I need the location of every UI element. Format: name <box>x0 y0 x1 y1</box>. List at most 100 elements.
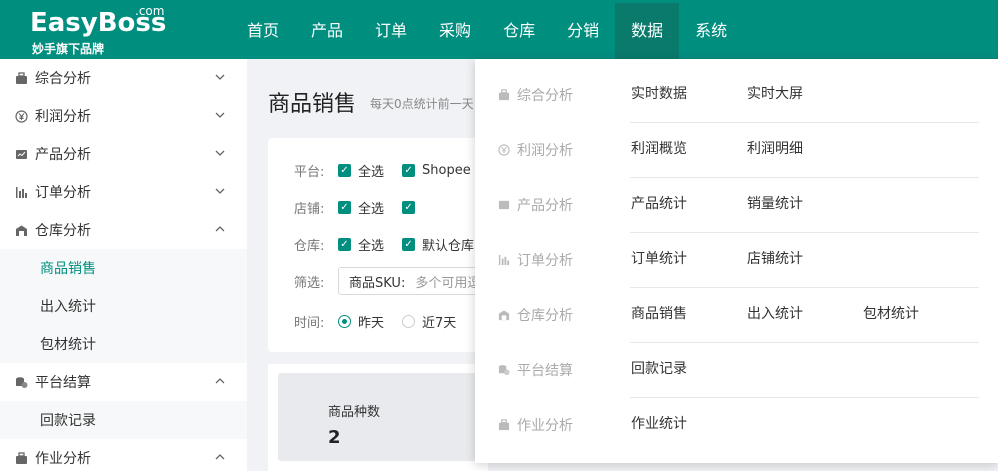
nav-item-system[interactable]: 系统 <box>679 3 743 59</box>
dropdown-row-profit: 利润分析 利润概览 利润明细 <box>475 122 998 177</box>
shop-label: 店铺: <box>294 201 325 217</box>
dropdown-link-shop-stats[interactable]: 店铺统计 <box>747 232 803 287</box>
stat-label: 商品种数 <box>328 405 381 420</box>
dropdown-row-product: 产品分析 产品统计 销量统计 <box>475 177 998 232</box>
sidebar-item-packaging-stats[interactable]: 包材统计 <box>0 325 247 363</box>
platform-option-shopee[interactable]: ✓ Shopee <box>402 163 471 178</box>
shop-select-all[interactable]: ✓ 全选 <box>338 198 384 217</box>
time-label: 时间: <box>294 315 325 331</box>
platform-select-all[interactable]: ✓ 全选 <box>338 161 384 180</box>
sku-search-input[interactable]: 商品SKU: 多个可用逗 <box>338 267 498 295</box>
checkbox-checked-icon: ✓ <box>338 237 351 251</box>
shop-option[interactable]: ✓ <box>402 200 422 214</box>
dropdown-link-realtime-data[interactable]: 实时数据 <box>631 67 687 122</box>
dropdown-category: 综合分析 <box>497 67 573 122</box>
dropdown-link-operation-stats[interactable]: 作业统计 <box>631 397 687 452</box>
time-option-7days[interactable]: 近7天 <box>402 312 456 331</box>
chevron-down-icon <box>213 185 227 199</box>
dropdown-link-product-sales[interactable]: 商品销售 <box>631 287 687 342</box>
sidebar-item-label: 订单分析 <box>35 185 91 201</box>
sidebar-item-profit-analysis[interactable]: 利润分析 <box>0 97 247 135</box>
chevron-up-icon <box>213 451 227 465</box>
sku-placeholder: 多个可用逗 <box>415 275 481 291</box>
sku-filter-row: 筛选: 商品SKU: 多个可用逗 <box>294 267 498 295</box>
warehouse-icon <box>497 308 510 321</box>
stats-card: 商品种数 2 <box>268 364 488 471</box>
warehouse-label: 仓库: <box>294 238 325 254</box>
dropdown-category: 产品分析 <box>497 177 573 232</box>
warehouse-filter-row: 仓库: ✓ 全选 ✓ 默认仓库 <box>294 234 492 254</box>
dropdown-category: 平台结算 <box>497 342 573 397</box>
dropdown-row-operation: 作业分析 作业统计 <box>475 397 998 452</box>
yen-icon <box>497 143 510 156</box>
sidebar-item-order-analysis[interactable]: 订单分析 <box>0 173 247 211</box>
dropdown-row-settlement: 平台结算 回款记录 <box>475 342 998 397</box>
nav-item-home[interactable]: 首页 <box>231 3 295 59</box>
sidebar-item-label: 产品分析 <box>35 147 91 163</box>
main-nav: 首页 产品 订单 采购 仓库 分销 数据 系统 <box>231 3 743 59</box>
stat-product-count: 商品种数 2 <box>278 373 478 461</box>
dropdown-link-profit-overview[interactable]: 利润概览 <box>631 122 687 177</box>
platform-filter-row: 平台: ✓ 全选 ✓ Shopee <box>294 160 489 180</box>
nav-item-products[interactable]: 产品 <box>295 3 359 59</box>
screen-label: 筛选: <box>294 275 325 291</box>
warehouse-option-default[interactable]: ✓ 默认仓库 <box>402 235 474 254</box>
chart-card-icon <box>497 198 510 211</box>
nav-item-purchase[interactable]: 采购 <box>423 3 487 59</box>
sidebar-item-label: 作业分析 <box>35 451 91 467</box>
dropdown-link-order-stats[interactable]: 订单统计 <box>631 232 687 287</box>
dropdown-link-realtime-screen[interactable]: 实时大屏 <box>747 67 803 122</box>
yen-icon <box>14 109 28 123</box>
dropdown-row-warehouse: 仓库分析 商品销售 出入统计 包材统计 <box>475 287 998 342</box>
page-subtitle: 每天0点统计前一天 <box>370 97 474 111</box>
dropdown-category: 仓库分析 <box>497 287 573 342</box>
dropdown-link-profit-detail[interactable]: 利润明细 <box>747 122 803 177</box>
nav-item-orders[interactable]: 订单 <box>359 3 423 59</box>
dropdown-link-sales-volume-stats[interactable]: 销量统计 <box>747 177 803 232</box>
data-dropdown-menu: 综合分析 实时数据 实时大屏 利润分析 利润概览 利润明细 产品分析 产品统计 … <box>475 59 998 463</box>
radio-unchecked-icon <box>402 314 416 328</box>
shop-filter-row: 店铺: ✓ 全选 ✓ <box>294 197 440 217</box>
nav-item-warehouse[interactable]: 仓库 <box>487 3 551 59</box>
nav-item-distribution[interactable]: 分销 <box>551 3 615 59</box>
sidebar-item-product-analysis[interactable]: 产品分析 <box>0 135 247 173</box>
dropdown-link-inout-stats[interactable]: 出入统计 <box>747 287 803 342</box>
filter-card: 平台: ✓ 全选 ✓ Shopee 店铺: ✓ 全选 ✓ 仓库: ✓ 全选 ✓ 默认仓库 … <box>268 138 498 352</box>
sidebar-item-platform-settlement[interactable]: 平台结算 <box>0 363 247 401</box>
platform-label: 平台: <box>294 164 325 180</box>
bar-chart-icon <box>497 253 510 266</box>
dropdown-link-product-stats[interactable]: 产品统计 <box>631 177 687 232</box>
chevron-up-icon <box>213 223 227 237</box>
sidebar-item-warehouse-analysis[interactable]: 仓库分析 <box>0 211 247 249</box>
dropdown-category: 利润分析 <box>497 122 573 177</box>
checkbox-checked-icon: ✓ <box>338 200 351 214</box>
time-filter-row: 时间: 昨天 近7天 <box>294 311 474 331</box>
warehouse-select-all[interactable]: ✓ 全选 <box>338 235 384 254</box>
coins-icon <box>14 375 28 389</box>
sidebar-item-payment-records[interactable]: 回款记录 <box>0 401 247 439</box>
warehouse-icon <box>14 223 28 237</box>
sidebar-item-operation-analysis[interactable]: 作业分析 <box>0 439 247 471</box>
sidebar-item-product-sales[interactable]: 商品销售 <box>0 249 247 287</box>
nav-item-data[interactable]: 数据 <box>615 3 680 59</box>
briefcase-icon <box>497 88 510 101</box>
sidebar: 综合分析 利润分析 产品分析 订单分析 仓库分析 商品销售 出入统计 包材统计 … <box>0 59 247 471</box>
checkbox-checked-icon: ✓ <box>402 237 416 251</box>
sidebar-item-overview-analysis[interactable]: 综合分析 <box>0 59 247 97</box>
sidebar-item-label: 仓库分析 <box>35 223 91 239</box>
dropdown-link-payment-records[interactable]: 回款记录 <box>631 342 687 397</box>
brand-logo[interactable]: EasyBoss .com 妙手旗下品牌 <box>30 4 170 56</box>
briefcase-icon <box>14 451 28 465</box>
briefcase-icon <box>497 418 510 431</box>
brand-com: .com <box>135 4 165 18</box>
chevron-down-icon <box>213 109 227 123</box>
chevron-down-icon <box>213 71 227 85</box>
stat-value: 2 <box>328 427 341 448</box>
dropdown-link-packaging-stats[interactable]: 包材统计 <box>863 287 919 342</box>
bar-chart-icon <box>14 185 28 199</box>
chevron-down-icon <box>213 147 227 161</box>
chevron-up-icon <box>213 375 227 389</box>
dropdown-row-order: 订单分析 订单统计 店铺统计 <box>475 232 998 287</box>
time-option-yesterday[interactable]: 昨天 <box>338 312 384 331</box>
sidebar-item-inout-stats[interactable]: 出入统计 <box>0 287 247 325</box>
